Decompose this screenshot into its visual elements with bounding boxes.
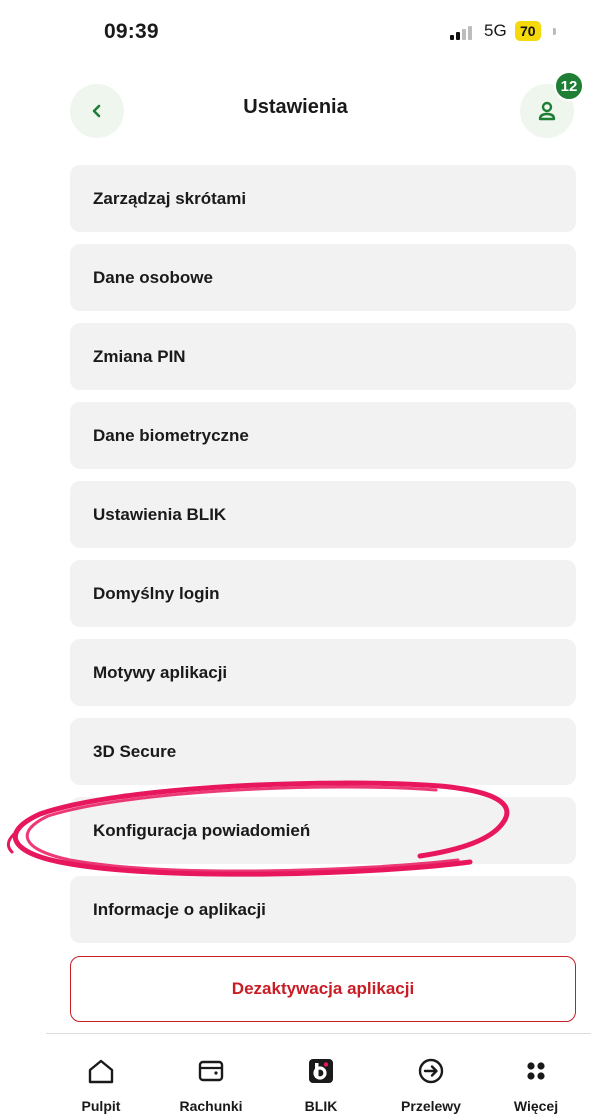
signal-icon — [450, 26, 476, 40]
network-type: 5G — [484, 21, 507, 40]
nav-label-blik: BLIK — [304, 1098, 338, 1114]
bottom-nav: Pulpit Rachunki BLIK Przelewy Więcej — [46, 1040, 591, 1115]
nav-item-przelewy[interactable]: Przelewy — [376, 1040, 486, 1114]
page-title: Ustawienia — [243, 96, 348, 118]
nav-label-rachunki: Rachunki — [179, 1098, 243, 1114]
wallet-icon — [198, 1060, 224, 1082]
nav-label-wiecej: Więcej — [513, 1098, 559, 1114]
menu-item-blik-settings[interactable]: Ustawienia BLIK — [70, 481, 576, 548]
nav-label-pulpit: Pulpit — [81, 1098, 121, 1114]
nav-label-przelewy: Przelewy — [401, 1098, 461, 1114]
nav-item-rachunki[interactable]: Rachunki — [156, 1040, 266, 1114]
menu-item-default-login[interactable]: Domyślny login — [70, 560, 576, 627]
nav-item-wiecej[interactable]: Więcej — [481, 1040, 591, 1114]
menu-item-shortcuts[interactable]: Zarządzaj skrótami — [70, 165, 576, 232]
settings-menu: Zarządzaj skrótami Dane osobowe Zmiana P… — [70, 165, 576, 955]
nav-item-blik[interactable]: BLIK — [266, 1040, 376, 1114]
battery-indicator: 70 — [515, 21, 541, 41]
nav-divider — [46, 1033, 591, 1034]
menu-item-biometrics[interactable]: Dane biometryczne — [70, 402, 576, 469]
menu-item-app-themes[interactable]: Motywy aplikacji — [70, 639, 576, 706]
user-icon — [538, 101, 556, 121]
menu-item-3d-secure[interactable]: 3D Secure — [70, 718, 576, 785]
status-bar: 09:39 5G 70 — [0, 0, 591, 60]
home-icon — [88, 1059, 114, 1084]
more-icon — [527, 1062, 545, 1080]
blik-icon — [309, 1059, 333, 1083]
menu-item-app-info[interactable]: Informacje o aplikacji — [70, 876, 576, 943]
deactivate-app-button[interactable]: Dezaktywacja aplikacji — [70, 956, 576, 1022]
battery-tip — [553, 28, 556, 35]
notification-badge: 12 — [554, 71, 584, 101]
menu-item-personal-data[interactable]: Dane osobowe — [70, 244, 576, 311]
transfer-icon — [418, 1058, 444, 1084]
menu-item-notifications[interactable]: Konfiguracja powiadomień — [70, 797, 576, 864]
status-time: 09:39 — [104, 20, 159, 43]
nav-item-pulpit[interactable]: Pulpit — [46, 1040, 156, 1114]
menu-item-change-pin[interactable]: Zmiana PIN — [70, 323, 576, 390]
